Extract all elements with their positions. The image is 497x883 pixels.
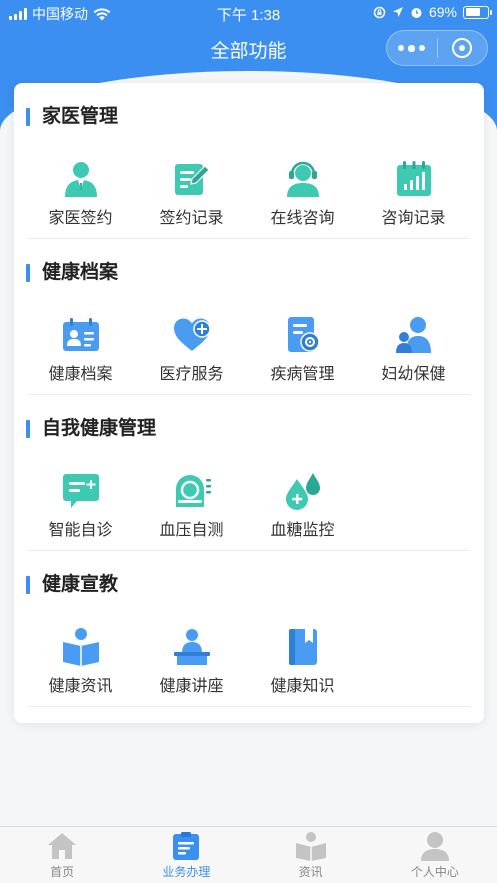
- tab-profile[interactable]: 个人中心: [373, 827, 497, 883]
- item-blood-pressure[interactable]: 血压自测: [136, 471, 247, 540]
- blood-drop-icon: [285, 473, 320, 510]
- chat-plus-icon: [62, 474, 99, 508]
- user-icon: [420, 832, 449, 861]
- tab-label: 个人中心: [410, 865, 459, 879]
- item-label: 血糖监控: [270, 522, 335, 539]
- bookmark-book-icon: [288, 629, 317, 665]
- item-label: 在线咨询: [270, 210, 335, 227]
- more-button[interactable]: [387, 31, 437, 65]
- target-circle-icon: [452, 38, 473, 58]
- lecturer-podium-icon: [173, 629, 210, 665]
- open-book-person-icon: [295, 832, 326, 861]
- item-label: 家医签约: [48, 210, 113, 227]
- alarm-icon: [411, 7, 422, 18]
- more-dots-icon: [398, 44, 426, 52]
- functions-card: 家医管理 家医签约 签约记录 在线咨询 咨询记录 健康档案 健康档案 医疗服务 …: [14, 83, 484, 723]
- tab-label: 业务办理: [162, 865, 211, 879]
- id-card-icon: [62, 318, 99, 351]
- item-health-lecture[interactable]: 健康讲座: [136, 627, 247, 696]
- item-label: 健康资讯: [48, 678, 113, 695]
- item-consult-records[interactable]: 咨询记录: [358, 159, 469, 228]
- mini-program-capsule: [386, 30, 488, 66]
- doctor-person-icon: [64, 162, 97, 197]
- item-label: 健康知识: [270, 678, 335, 695]
- item-label: 智能自诊: [48, 522, 113, 539]
- tab-bar: 首页 业务办理 资讯 个人中心: [0, 826, 497, 883]
- section-title: 家医管理: [26, 105, 118, 129]
- section-health-education: 健康宣教 健康资讯 健康讲座 健康知识: [14, 551, 484, 707]
- tab-label: 资讯: [298, 865, 323, 879]
- calendar-chart-icon: [396, 161, 431, 196]
- section-title: 健康档案: [26, 261, 118, 285]
- item-health-file[interactable]: 健康档案: [25, 315, 136, 384]
- item-blood-sugar[interactable]: 血糖监控: [247, 471, 358, 540]
- tab-news[interactable]: 资讯: [249, 827, 373, 883]
- item-label: 疾病管理: [270, 366, 335, 383]
- item-sign-records[interactable]: 签约记录: [136, 159, 247, 228]
- tab-label: 首页: [50, 865, 75, 879]
- item-label: 医疗服务: [159, 366, 224, 383]
- home-icon: [48, 833, 77, 859]
- section-self-health: 自我健康管理 智能自诊 血压自测 血糖监控: [14, 395, 484, 551]
- item-label: 妇幼保健: [381, 366, 446, 383]
- item-medical-service[interactable]: 医疗服务: [136, 315, 247, 384]
- clipboard-icon: [173, 832, 200, 860]
- item-label: 咨询记录: [381, 210, 446, 227]
- headset-agent-icon: [286, 161, 319, 197]
- section-title: 自我健康管理: [26, 417, 156, 441]
- section-title: 健康宣教: [26, 573, 118, 597]
- rotation-lock-icon: [373, 6, 386, 18]
- battery-percent: 69%: [428, 4, 457, 20]
- section-family-doctor: 家医管理 家医签约 签约记录 在线咨询 咨询记录: [14, 83, 484, 239]
- item-health-knowledge[interactable]: 健康知识: [247, 627, 358, 696]
- heart-plus-icon: [173, 318, 211, 351]
- edit-document-icon: [174, 164, 210, 195]
- person-reading-icon: [62, 628, 99, 666]
- battery-level: [465, 8, 480, 16]
- tab-home[interactable]: 首页: [0, 827, 124, 883]
- section-divider: [28, 706, 470, 707]
- battery-icon: [463, 5, 492, 19]
- item-label: 签约记录: [159, 210, 224, 227]
- item-online-consult[interactable]: 在线咨询: [247, 159, 358, 228]
- location-arrow-icon: [392, 7, 403, 17]
- item-family-doctor-sign[interactable]: 家医签约: [25, 159, 136, 228]
- item-maternal-child-care[interactable]: 妇幼保健: [358, 315, 469, 384]
- document-gear-icon: [287, 317, 320, 352]
- tab-business[interactable]: 业务办理: [124, 827, 248, 883]
- item-health-news[interactable]: 健康资讯: [25, 627, 136, 696]
- mother-child-icon: [395, 317, 431, 353]
- item-label: 健康档案: [48, 366, 113, 383]
- blood-pressure-icon: [175, 475, 211, 507]
- section-health-records: 健康档案 健康档案 医疗服务 疾病管理 妇幼保健: [14, 239, 484, 395]
- item-label: 血压自测: [159, 522, 224, 539]
- item-label: 健康讲座: [159, 678, 224, 695]
- status-bar: 中国移动 下午 1:38 69%: [0, 0, 497, 26]
- close-button[interactable]: [438, 31, 488, 65]
- item-smart-diagnosis[interactable]: 智能自诊: [25, 471, 136, 540]
- item-disease-management[interactable]: 疾病管理: [247, 315, 358, 384]
